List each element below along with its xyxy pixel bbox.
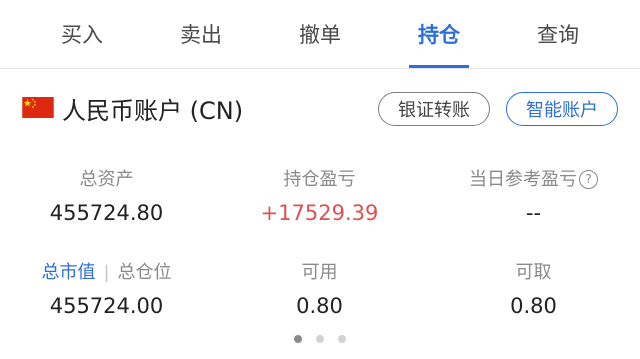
tab-positions[interactable]: 持仓 [384, 0, 494, 68]
market-value-label-row: 总市值 | 总仓位 [0, 258, 213, 284]
tab-label: 持仓 [418, 23, 460, 47]
available-label: 可用 [301, 262, 338, 283]
total-position-toggle[interactable]: 总仓位 [118, 262, 172, 283]
tab-sell[interactable]: 卖出 [146, 0, 256, 68]
account-header: 人民币账户 (CN) 银证转账 智能账户 [0, 80, 640, 136]
total-assets-value: 455724.80 [49, 201, 164, 225]
page-dot[interactable] [316, 335, 324, 343]
tab-underline [409, 65, 469, 68]
smart-account-button[interactable]: 智能账户 [506, 92, 618, 126]
page-indicator [0, 335, 640, 349]
position-pnl: 持仓盈亏 +17529.39 [213, 165, 426, 225]
china-flag-icon [22, 97, 54, 118]
page-dot[interactable] [294, 335, 302, 343]
page-dot[interactable] [338, 335, 346, 343]
tab-label: 撤单 [299, 23, 341, 47]
account-title: 人民币账户 (CN) [62, 97, 244, 125]
today-pnl: 当日参考盈亏? -- [427, 165, 640, 225]
withdrawable-value: 0.80 [510, 294, 557, 318]
today-pnl-value: -- [525, 201, 542, 225]
tab-cancel[interactable]: 撤单 [265, 0, 375, 68]
tab-label: 买入 [61, 23, 103, 47]
label-divider: | [103, 262, 110, 283]
position-pnl-value: +17529.39 [260, 201, 379, 225]
today-pnl-label: 当日参考盈亏 [469, 169, 577, 190]
available-funds: 可用 0.80 [213, 258, 426, 318]
market-value: 总市值 | 总仓位 455724.00 [0, 258, 213, 318]
tab-bar: 买入 卖出 撤单 持仓 查询 [0, 0, 640, 69]
position-pnl-label: 持仓盈亏 [283, 169, 356, 190]
question-circle-icon[interactable]: ? [579, 170, 598, 189]
tab-buy[interactable]: 买入 [27, 0, 137, 68]
withdrawable-funds: 可取 0.80 [427, 258, 640, 318]
withdrawable-label: 可取 [515, 262, 552, 283]
available-value: 0.80 [296, 294, 343, 318]
total-assets-label: 总资产 [79, 169, 134, 190]
market-value-value: 455724.00 [49, 294, 164, 318]
total-assets: 总资产 455724.80 [0, 165, 213, 225]
tab-query[interactable]: 查询 [503, 0, 613, 68]
market-value-toggle[interactable]: 总市值 [41, 262, 95, 283]
tab-label: 查询 [537, 23, 579, 47]
bank-transfer-button[interactable]: 银证转账 [378, 92, 490, 126]
today-pnl-label-row: 当日参考盈亏? [427, 165, 640, 191]
tab-label: 卖出 [180, 23, 222, 47]
